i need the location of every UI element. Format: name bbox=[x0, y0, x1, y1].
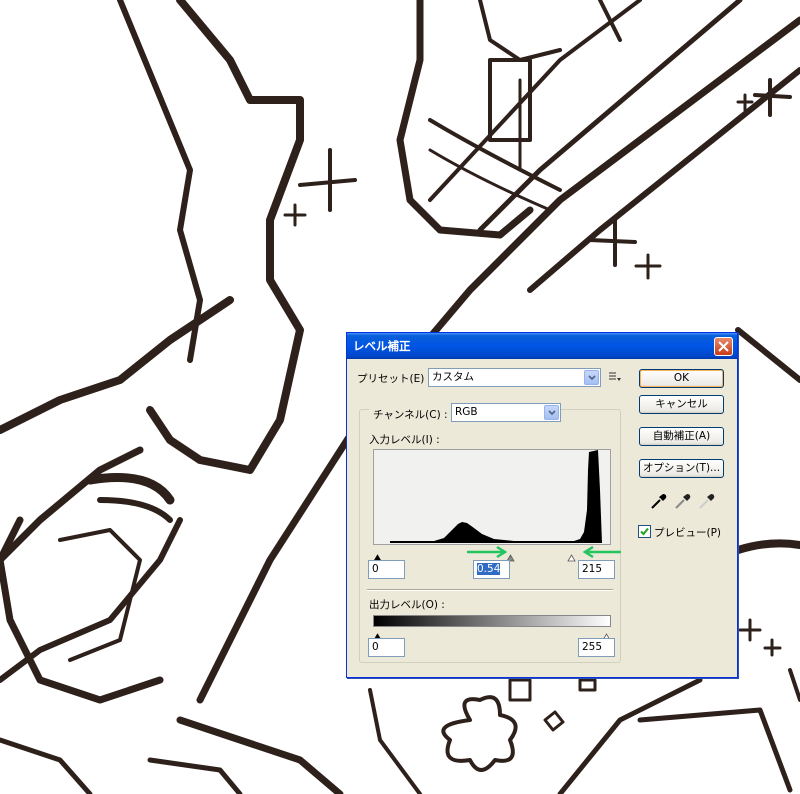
options-button[interactable]: オプション(T)... bbox=[639, 459, 724, 478]
output-black-field[interactable]: 0 bbox=[368, 638, 405, 657]
annotation-arrow-left bbox=[583, 545, 621, 559]
chevron-down-icon bbox=[588, 375, 596, 381]
channel-label: チャンネル(C) : bbox=[369, 407, 452, 422]
histogram-shape bbox=[390, 450, 602, 543]
preset-dropdown-arrow[interactable] bbox=[584, 370, 599, 385]
gray-eyedropper-icon[interactable] bbox=[673, 491, 693, 511]
divider bbox=[367, 589, 613, 591]
annotation-arrow-right bbox=[467, 545, 508, 559]
input-gamma-field[interactable]: 0.54 bbox=[473, 560, 510, 579]
input-black-field[interactable]: 0 bbox=[368, 560, 405, 579]
levels-dialog: レベル補正 プリセット(E) : カスタム チャンネル(C) : RGB 入力レ… bbox=[346, 332, 738, 678]
ok-button[interactable]: OK bbox=[639, 369, 724, 388]
input-levels-label: 入力レベル(I) : bbox=[369, 434, 440, 446]
input-white-field[interactable]: 215 bbox=[578, 560, 615, 579]
dialog-title: レベル補正 bbox=[353, 339, 411, 353]
input-white-point-handle bbox=[567, 554, 576, 562]
preset-select[interactable]: カスタム bbox=[428, 368, 601, 387]
channel-select[interactable]: RGB bbox=[451, 403, 561, 422]
channel-value: RGB bbox=[455, 406, 478, 418]
white-eyedropper-icon[interactable] bbox=[697, 491, 717, 511]
preview-checkbox[interactable] bbox=[638, 525, 651, 538]
preview-label: プレビュー(P) bbox=[654, 527, 722, 539]
output-levels-slider[interactable] bbox=[373, 626, 611, 641]
chevron-down-icon bbox=[548, 410, 556, 416]
histogram bbox=[373, 449, 611, 545]
preset-value: カスタム bbox=[432, 371, 474, 383]
close-icon bbox=[718, 341, 729, 352]
checkmark-icon bbox=[640, 527, 649, 536]
histogram-graph bbox=[390, 450, 602, 543]
preset-label: プリセット(E) : bbox=[357, 373, 432, 385]
channel-dropdown-arrow[interactable] bbox=[544, 405, 559, 420]
output-white-field[interactable]: 255 bbox=[578, 638, 615, 657]
output-levels-label: 出力レベル(O) : bbox=[369, 599, 445, 611]
close-button[interactable] bbox=[714, 337, 733, 356]
black-eyedropper-icon[interactable] bbox=[649, 491, 669, 511]
cancel-button[interactable]: キャンセル bbox=[639, 395, 724, 414]
dialog-title-bar[interactable]: レベル補正 bbox=[347, 333, 737, 359]
preset-menu-icon[interactable] bbox=[608, 371, 622, 383]
auto-button[interactable]: 自動補正(A) bbox=[639, 427, 724, 446]
